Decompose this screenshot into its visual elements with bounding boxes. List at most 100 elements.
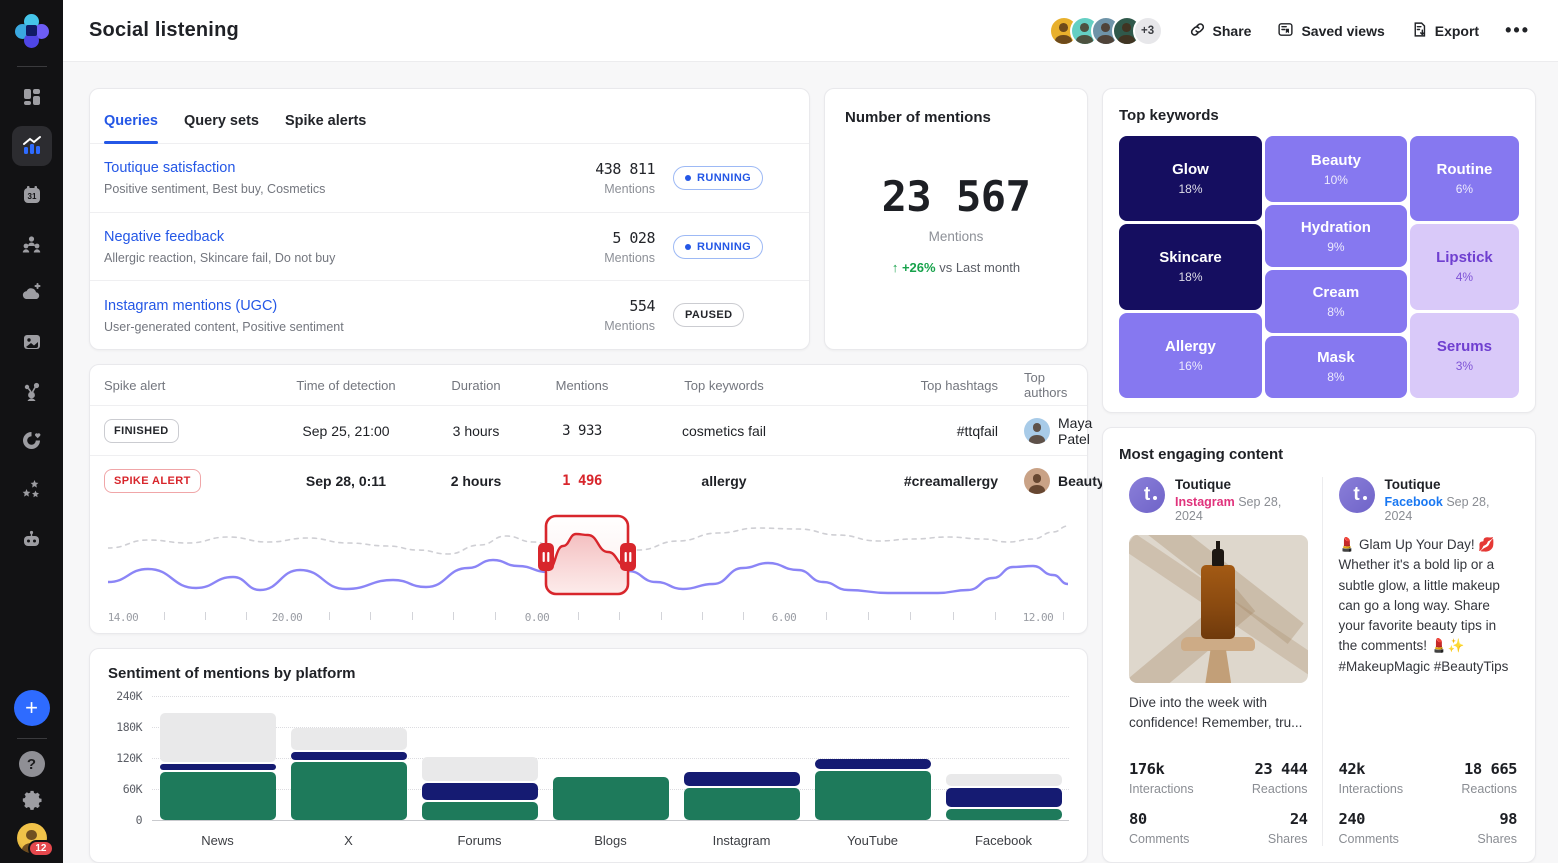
- trend-up-icon: ↑: [892, 260, 899, 275]
- keyword-percent: 18%: [1178, 270, 1202, 284]
- bar-x: [291, 728, 407, 820]
- mentions-unit: Mentions: [929, 229, 984, 244]
- post-author-info: ToutiqueFacebook Sep 28, 2024: [1385, 477, 1518, 523]
- spike-keywords: cosmetics fail: [638, 423, 810, 439]
- status-badge: RUNNING: [673, 235, 763, 259]
- keyword-tile-skincare[interactable]: Skincare18%: [1119, 224, 1262, 309]
- query-info: Instagram mentions (UGC)User-generated c…: [104, 297, 586, 334]
- stat-label: Comments: [1339, 832, 1428, 846]
- more-options-button[interactable]: •••: [1505, 20, 1530, 41]
- y-tick-label: 0: [136, 813, 142, 827]
- keyword-tile-glow[interactable]: Glow18%: [1119, 136, 1262, 221]
- keyword-tile-beauty[interactable]: Beauty10%: [1265, 136, 1407, 202]
- query-row[interactable]: Toutique satisfaction Positive sentiment,…: [90, 144, 809, 213]
- help-icon[interactable]: ?: [19, 751, 45, 777]
- stat-interactions: 42kInteractions: [1339, 760, 1428, 796]
- keyword-tile-mask[interactable]: Mask8%: [1265, 336, 1407, 398]
- spike-author: Maya Patel: [1002, 415, 1096, 447]
- keyword-tile-serums[interactable]: Serums3%: [1410, 313, 1519, 398]
- sidebar-item-social-add[interactable]: [12, 273, 52, 313]
- sidebar-item-audience[interactable]: [12, 224, 52, 264]
- link-icon: [1189, 21, 1206, 41]
- sidebar-item-assistant[interactable]: [12, 518, 52, 558]
- query-title-link[interactable]: Toutique satisfaction: [104, 160, 235, 176]
- selection-handle-left[interactable]: [538, 543, 554, 571]
- settings-button[interactable]: [21, 789, 43, 811]
- stat-value: 42k: [1339, 760, 1428, 778]
- keyword-tile-hydration[interactable]: Hydration9%: [1265, 205, 1407, 267]
- keyword-label: Routine: [1437, 161, 1493, 178]
- keyword-percent: 9%: [1327, 240, 1344, 254]
- sidebar-item-favorites[interactable]: [12, 469, 52, 509]
- spike-status-badge: FINISHED: [104, 419, 179, 443]
- stat-label: Comments: [1129, 832, 1218, 846]
- keyword-percent: 4%: [1456, 270, 1473, 284]
- engaging-content-panel: Most engaging content tToutiqueInstagram…: [1102, 427, 1536, 863]
- saved-views-label: Saved views: [1301, 23, 1384, 39]
- keyword-tile-cream[interactable]: Cream8%: [1265, 270, 1407, 332]
- selection-handle-right[interactable]: [620, 543, 636, 571]
- post-card[interactable]: tToutiqueFacebook Sep 28, 2024💄 Glam Up …: [1322, 477, 1520, 846]
- spike-status-cell: FINISHED: [90, 419, 266, 443]
- sidebar-item-calendar[interactable]: 31: [12, 175, 52, 215]
- x-label-x: X: [291, 833, 407, 848]
- query-row[interactable]: Negative feedbackAllergic reaction, Skin…: [90, 213, 809, 282]
- keywords-title: Top keywords: [1119, 107, 1519, 124]
- sentiment-chart: 060K120K180K240K NewsXForumsBlogsInstagr…: [108, 696, 1069, 852]
- create-new-button[interactable]: +: [14, 690, 50, 726]
- query-row[interactable]: Instagram mentions (UGC)User-generated c…: [90, 281, 809, 349]
- query-title-link[interactable]: Instagram mentions (UGC): [104, 298, 277, 314]
- post-image[interactable]: [1129, 535, 1308, 683]
- sidebar-item-dashboard[interactable]: [12, 77, 52, 117]
- sidebar-item-media[interactable]: [12, 322, 52, 362]
- share-button[interactable]: Share: [1189, 21, 1252, 41]
- sidebar-item-analytics[interactable]: [12, 126, 52, 166]
- axis-tick: [743, 612, 744, 620]
- axis-tick: [953, 612, 954, 620]
- post-card[interactable]: tToutiqueInstagram Sep 28, 2024Dive into…: [1119, 477, 1322, 846]
- segment-positive: [160, 772, 276, 820]
- query-title-link[interactable]: Negative feedback: [104, 229, 224, 245]
- axis-tick: [164, 612, 165, 620]
- segment-positive: [946, 809, 1062, 820]
- stat-label: Reactions: [1428, 782, 1517, 796]
- saved-views-button[interactable]: Saved views: [1277, 21, 1384, 41]
- keyword-label: Beauty: [1311, 152, 1361, 169]
- axis-label: 12.00: [1023, 611, 1054, 624]
- app-logo-icon[interactable]: [15, 14, 49, 48]
- post-platform[interactable]: Facebook: [1385, 495, 1443, 509]
- user-avatar[interactable]: 12: [17, 823, 47, 853]
- status-label: PAUSED: [685, 309, 732, 321]
- bar-news: [160, 713, 276, 820]
- axis-tick: [910, 612, 911, 620]
- status-label: RUNNING: [697, 241, 751, 253]
- collaborator-avatars[interactable]: +3: [1049, 16, 1163, 46]
- axis-label: 6.00: [772, 611, 797, 624]
- gear-icon: [21, 789, 43, 811]
- segment-negative: [291, 752, 407, 760]
- post-stats: 176kInteractions23 444Reactions80Comment…: [1129, 746, 1308, 846]
- spike-row[interactable]: SPIKE ALERTSep 28, 0:112 hours1 496aller…: [90, 456, 1087, 506]
- keyword-percent: 8%: [1327, 305, 1344, 319]
- export-button[interactable]: Export: [1411, 21, 1479, 41]
- keyword-tile-routine[interactable]: Routine6%: [1410, 136, 1519, 221]
- treemap-column: Glow18%Skincare18%Allergy16%: [1119, 136, 1262, 398]
- tab-spike-alerts[interactable]: Spike alerts: [285, 113, 366, 143]
- stat-interactions: 176kInteractions: [1129, 760, 1218, 796]
- stat-comments: 80Comments: [1129, 810, 1218, 846]
- avatar-overflow-badge[interactable]: +3: [1133, 16, 1163, 46]
- post-platform[interactable]: Instagram: [1175, 495, 1235, 509]
- share-label: Share: [1213, 23, 1252, 39]
- query-info: Toutique satisfaction Positive sentiment,…: [104, 159, 577, 196]
- tab-queries[interactable]: Queries: [104, 113, 158, 143]
- keyword-tile-allergy[interactable]: Allergy16%: [1119, 313, 1262, 398]
- keyword-label: Mask: [1317, 349, 1355, 366]
- sidebar-item-reports[interactable]: [12, 420, 52, 460]
- sidebar-item-network[interactable]: [12, 371, 52, 411]
- keyword-tile-lipstick[interactable]: Lipstick4%: [1410, 224, 1519, 309]
- spike-row[interactable]: FINISHEDSep 25, 21:003 hours3 933cosmeti…: [90, 406, 1087, 456]
- donut-heart-icon: [21, 430, 42, 451]
- query-description: Positive sentiment, Best buy, Cosmetics: [104, 182, 577, 196]
- segment-neutral: [946, 774, 1062, 786]
- tab-query-sets[interactable]: Query sets: [184, 113, 259, 143]
